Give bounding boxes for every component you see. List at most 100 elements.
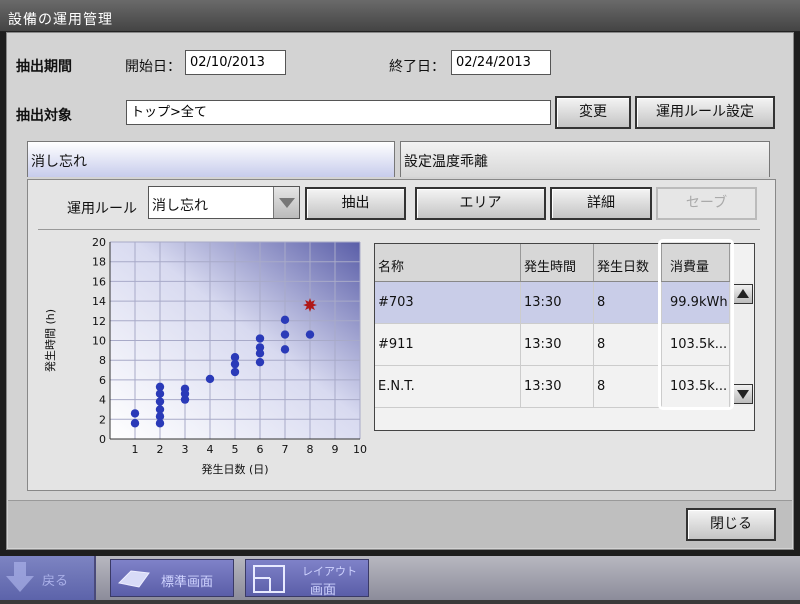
y-tick-label: 20 <box>92 236 106 249</box>
y-tick-label: 2 <box>99 413 106 426</box>
end-date-field[interactable]: 02/24/2013 <box>451 50 551 75</box>
target-field[interactable]: トップ>全て <box>126 100 551 125</box>
scroll-down-icon[interactable] <box>733 384 753 404</box>
data-point <box>155 397 165 406</box>
tab-temp-deviation-label: 設定温度乖離 <box>404 154 488 170</box>
start-date-field[interactable]: 02/10/2013 <box>185 50 286 75</box>
data-point <box>305 330 315 339</box>
col-days-header: 発生日数 <box>594 244 662 281</box>
data-point <box>130 409 140 418</box>
row-usage: 103.5k... <box>662 324 730 365</box>
layout-label-line2: 画面 <box>310 583 337 598</box>
screen-icon <box>117 570 150 588</box>
row-usage: 103.5k... <box>662 366 730 407</box>
col-time-header: 発生時間 <box>521 244 594 281</box>
y-tick-label: 14 <box>92 295 106 308</box>
table-row[interactable]: E.N.T. 13:30 8 103.5k... <box>375 366 730 408</box>
layout-icon <box>253 565 285 593</box>
row-days: 8 <box>594 324 662 365</box>
data-point <box>255 334 265 343</box>
table-row[interactable]: #703 13:30 8 99.9kWh <box>375 282 730 324</box>
x-tick-label: 8 <box>307 443 314 456</box>
layout-label-line1: レイアウト <box>302 565 357 578</box>
close-button[interactable]: 閉じる <box>686 508 776 541</box>
data-point <box>280 330 290 339</box>
standard-screen-button[interactable]: 標準画面 <box>110 559 234 597</box>
y-tick-label: 8 <box>99 354 106 367</box>
y-tick-label: 12 <box>92 315 106 328</box>
save-button[interactable]: セーブ <box>656 187 757 220</box>
table-header: 名称 発生時間 発生日数 消費量 <box>375 244 730 282</box>
rule-select[interactable]: 消し忘れ <box>148 186 300 219</box>
x-axis-label: 発生日数 (日) <box>201 462 268 476</box>
y-tick-label: 10 <box>92 335 106 348</box>
start-date-label: 開始日： <box>125 59 181 75</box>
result-table: 名称 発生時間 発生日数 消費量 #703 13:30 8 99.9kWh #9… <box>374 243 755 431</box>
y-axis-label: 発生時間 (h) <box>43 309 57 372</box>
taskbar: 戻る 標準画面 レイアウト 画面 <box>0 556 800 600</box>
row-usage: 99.9kWh <box>662 282 730 323</box>
divider <box>38 229 760 230</box>
x-tick-label: 6 <box>257 443 264 456</box>
x-tick-label: 9 <box>332 443 339 456</box>
data-point <box>255 343 265 352</box>
back-button[interactable]: 戻る <box>0 556 96 600</box>
y-tick-label: 18 <box>92 256 106 269</box>
x-tick-label: 3 <box>182 443 189 456</box>
change-button[interactable]: 変更 <box>555 96 631 129</box>
x-tick-label: 1 <box>132 443 139 456</box>
rule-settings-button[interactable]: 運用ルール設定 <box>635 96 775 129</box>
end-date-label: 終了日： <box>389 59 445 75</box>
data-point <box>205 374 215 384</box>
data-point <box>155 405 165 414</box>
data-point <box>280 345 290 354</box>
scatter-chart: 024681012141618201 2 3 4 5 6 7 8 9 10発生日数 (日)発生時間… <box>43 236 367 476</box>
back-button-label: 戻る <box>42 574 69 589</box>
table-scrollbar[interactable] <box>731 282 753 406</box>
y-tick-label: 4 <box>99 394 106 407</box>
row-name: #911 <box>375 324 521 365</box>
app-window: 設備の運用管理 抽出期間 開始日： 02/10/2013 終了日： 02/24/… <box>0 0 800 556</box>
table-row[interactable]: #911 13:30 8 103.5k... <box>375 324 730 366</box>
target-label: 抽出対象 <box>16 108 72 124</box>
y-tick-label: 6 <box>99 374 106 387</box>
standard-screen-label: 標準画面 <box>161 575 214 590</box>
data-point <box>155 382 165 391</box>
data-point <box>130 419 140 428</box>
row-name: E.N.T. <box>375 366 521 407</box>
detail-button[interactable]: 詳細 <box>550 187 652 220</box>
scroll-up-icon[interactable] <box>733 284 753 304</box>
row-time: 13:30 <box>521 324 594 365</box>
window-title: 設備の運用管理 <box>8 12 113 28</box>
tab-temp-deviation[interactable]: 設定温度乖離 <box>400 141 770 177</box>
layout-screen-button[interactable]: レイアウト 画面 <box>245 559 369 598</box>
x-tick-label: 4 <box>207 443 214 456</box>
rule-select-value: 消し忘れ <box>152 198 208 214</box>
y-tick-label: 16 <box>92 275 106 288</box>
row-name: #703 <box>375 282 521 323</box>
tab-forgot-off[interactable]: 消し忘れ <box>27 141 395 177</box>
x-tick-label: 2 <box>157 443 164 456</box>
extract-button[interactable]: 抽出 <box>305 187 406 220</box>
period-label: 抽出期間 <box>16 59 72 75</box>
col-usage-header: 消費量 <box>662 244 730 281</box>
area-button[interactable]: エリア <box>415 187 546 220</box>
y-tick-label: 0 <box>99 433 106 446</box>
data-point <box>255 357 265 367</box>
x-tick-label: 10 <box>353 443 367 456</box>
row-days: 8 <box>594 366 662 407</box>
tab-forgot-off-label: 消し忘れ <box>31 154 87 170</box>
title-bar: 設備の運用管理 <box>0 0 800 32</box>
data-point <box>230 353 240 362</box>
x-tick-label: 7 <box>282 443 289 456</box>
x-tick-label: 5 <box>232 443 239 456</box>
footer-bar: 閉じる <box>8 500 792 548</box>
row-days: 8 <box>594 282 662 323</box>
data-point <box>280 315 290 325</box>
chevron-down-icon[interactable] <box>273 187 299 218</box>
rule-label: 運用ルール <box>67 201 137 217</box>
data-point <box>230 367 240 377</box>
row-time: 13:30 <box>521 366 594 407</box>
col-name-header: 名称 <box>375 244 521 281</box>
row-time: 13:30 <box>521 282 594 323</box>
